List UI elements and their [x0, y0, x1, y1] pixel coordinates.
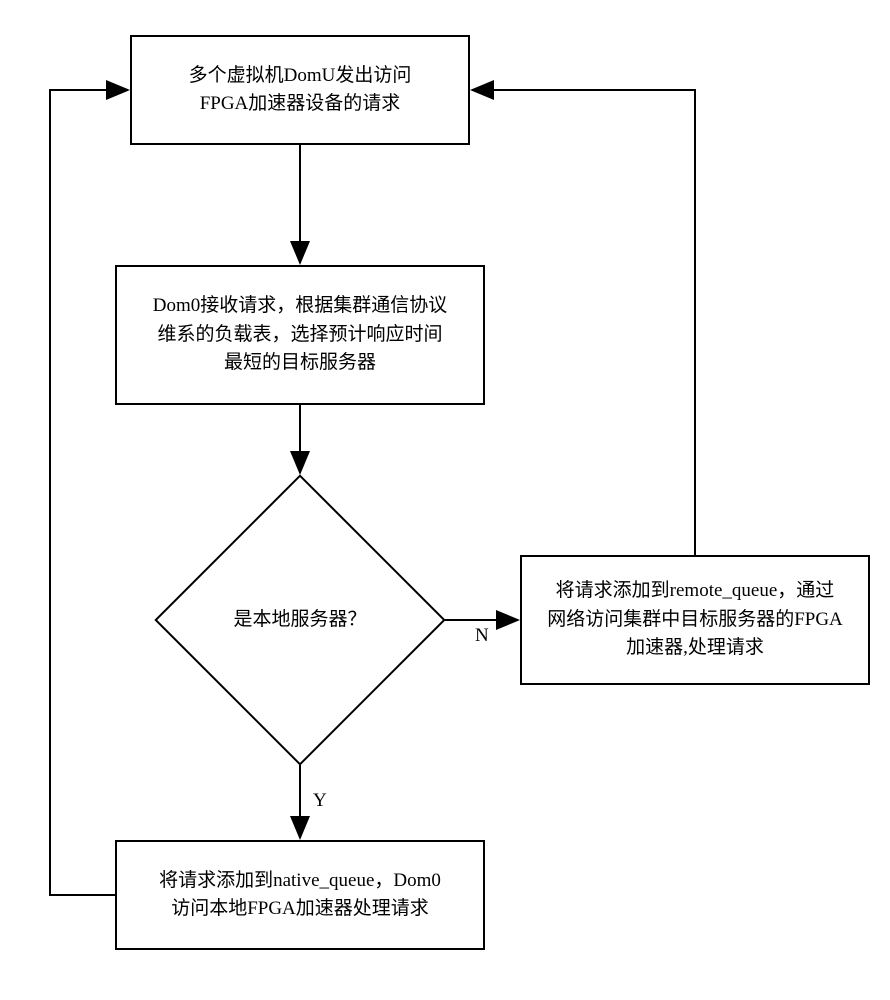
- node-start: 多个虚拟机DomU发出访问FPGA加速器设备的请求: [130, 35, 470, 145]
- node-start-text: 多个虚拟机DomU发出访问FPGA加速器设备的请求: [189, 62, 412, 119]
- node-select-text: Dom0接收请求，根据集群通信协议维系的负载表，选择预计响应时间最短的目标服务器: [153, 292, 448, 378]
- edge-label-no: N: [475, 625, 489, 647]
- node-select: Dom0接收请求，根据集群通信协议维系的负载表，选择预计响应时间最短的目标服务器: [115, 265, 485, 405]
- node-native: 将请求添加到native_queue，Dom0访问本地FPGA加速器处理请求: [115, 840, 485, 950]
- node-remote-text: 将请求添加到remote_queue，通过网络访问集群中目标服务器的FPGA加速…: [547, 577, 843, 663]
- edge-label-yes: Y: [313, 790, 327, 812]
- node-native-text: 将请求添加到native_queue，Dom0访问本地FPGA加速器处理请求: [159, 867, 441, 924]
- node-remote: 将请求添加到remote_queue，通过网络访问集群中目标服务器的FPGA加速…: [520, 555, 870, 685]
- node-decision-text: 是本地服务器？: [233, 606, 366, 635]
- node-decision-label-wrap: 是本地服务器？: [155, 475, 445, 765]
